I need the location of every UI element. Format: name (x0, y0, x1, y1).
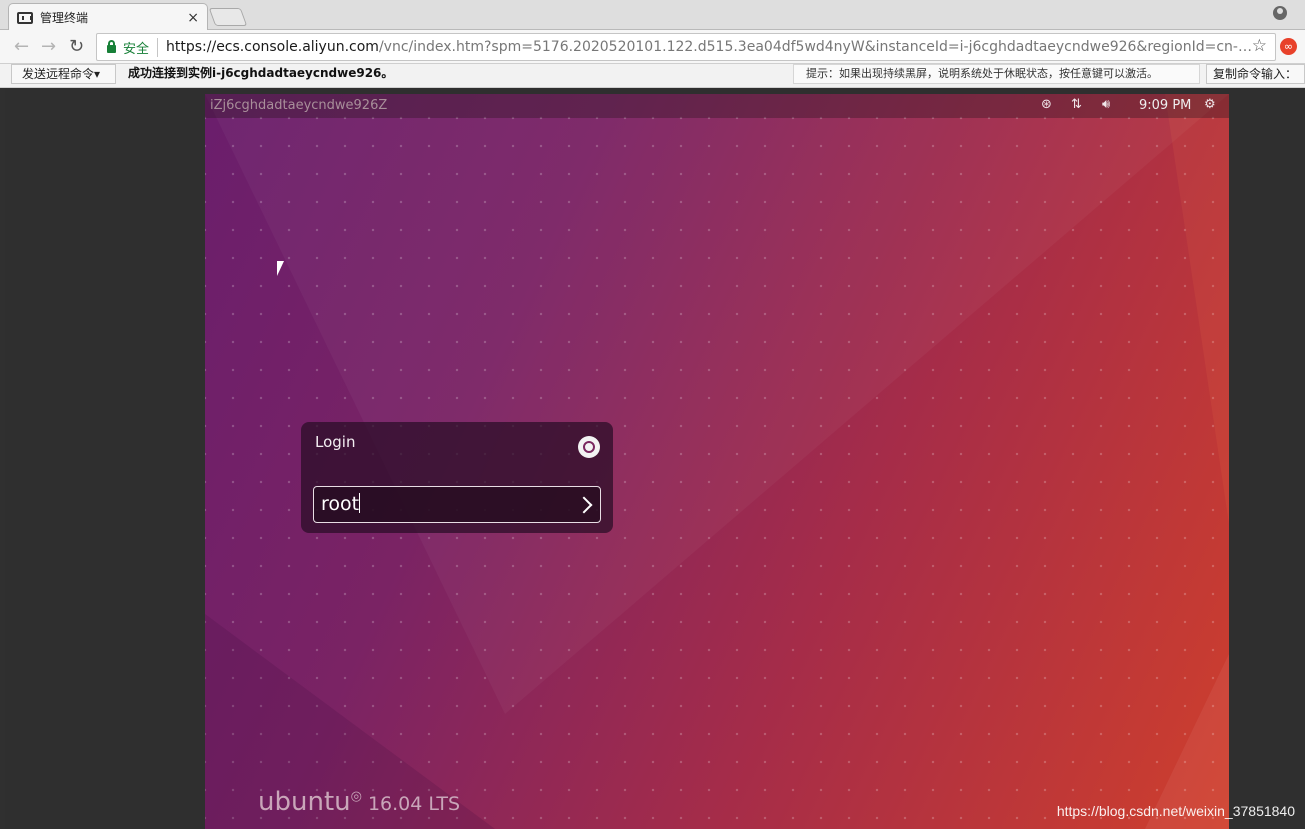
secure-label: 安全 (123, 37, 159, 57)
tab-title: 管理终端 (40, 11, 89, 25)
browser-tabstrip: 管理终端 × (0, 0, 1305, 31)
volume-icon[interactable]: 🔊︎ (1102, 97, 1110, 112)
console-favicon-icon (17, 11, 33, 24)
connection-status: 成功连接到实例i-j6cghdadtaeycndwe926。 (128, 66, 394, 80)
extension-icon[interactable]: ∞ (1280, 38, 1297, 55)
remote-desktop[interactable]: iZj6cghdadtaeycndwe926Z ⊛ ⇅ 🔊︎ 9:09 PM ⚙… (205, 94, 1229, 829)
reload-icon[interactable]: ↻ (69, 37, 84, 57)
close-icon[interactable]: × (187, 10, 199, 26)
new-tab-button[interactable] (208, 8, 248, 26)
blog-watermark: https://blog.csdn.net/weixin_37851840 (1056, 803, 1295, 819)
accessibility-icon[interactable]: ⊛ (1041, 97, 1052, 112)
black-screen-hint: 提示：如果出现持续黑屏，说明系统处于休眠状态，按任意键可以激活。 (793, 64, 1200, 84)
hostname-label: iZj6cghdadtaeycndwe926Z (210, 98, 388, 113)
login-title: Login (315, 433, 356, 451)
forward-arrow-icon[interactable]: → (41, 37, 56, 57)
bookmark-star-icon[interactable]: ☆ (1252, 36, 1267, 56)
browser-toolbar: ← → ↻ 安全 https://ecs.console.aliyun.com … (0, 30, 1305, 64)
login-dialog: Login root (301, 422, 613, 533)
back-arrow-icon[interactable]: ← (14, 37, 29, 57)
settings-gear-icon[interactable]: ⚙ (1204, 97, 1216, 112)
mouse-pointer-icon (277, 261, 284, 276)
clock[interactable]: 9:09 PM (1139, 98, 1191, 113)
username-value: root (321, 493, 360, 515)
lock-icon (107, 40, 116, 53)
vnc-control-bar: 发送远程命令▾ 成功连接到实例i-j6cghdadtaeycndwe926。 提… (0, 64, 1305, 88)
browser-tab-active[interactable]: 管理终端 × (8, 3, 208, 31)
copy-command-input-button[interactable]: 复制命令输入： (1206, 64, 1305, 84)
profile-icon[interactable] (1273, 6, 1287, 20)
username-input[interactable]: root (313, 486, 601, 523)
url-host: https://ecs.console.aliyun.com (166, 39, 379, 55)
url-path: /vnc/index.htm?spm=5176.2020520101.122.d… (378, 39, 1259, 55)
address-bar[interactable]: 安全 https://ecs.console.aliyun.com /vnc/i… (96, 33, 1276, 61)
ubuntu-logo-icon (578, 436, 600, 458)
ubuntu-top-panel: iZj6cghdadtaeycndwe926Z ⊛ ⇅ 🔊︎ 9:09 PM ⚙ (205, 94, 1229, 118)
brand-name: ubuntu (258, 787, 351, 817)
network-icon[interactable]: ⇅ (1071, 97, 1082, 112)
text-caret (359, 493, 361, 513)
send-remote-command-button[interactable]: 发送远程命令▾ (11, 64, 116, 84)
circle-of-friends-icon: ◎ (350, 789, 362, 804)
brand-version: 16.04 LTS (367, 793, 461, 815)
chevron-right-icon[interactable] (575, 496, 593, 514)
ubuntu-branding: ubuntu◎ 16.04 LTS (258, 787, 460, 817)
